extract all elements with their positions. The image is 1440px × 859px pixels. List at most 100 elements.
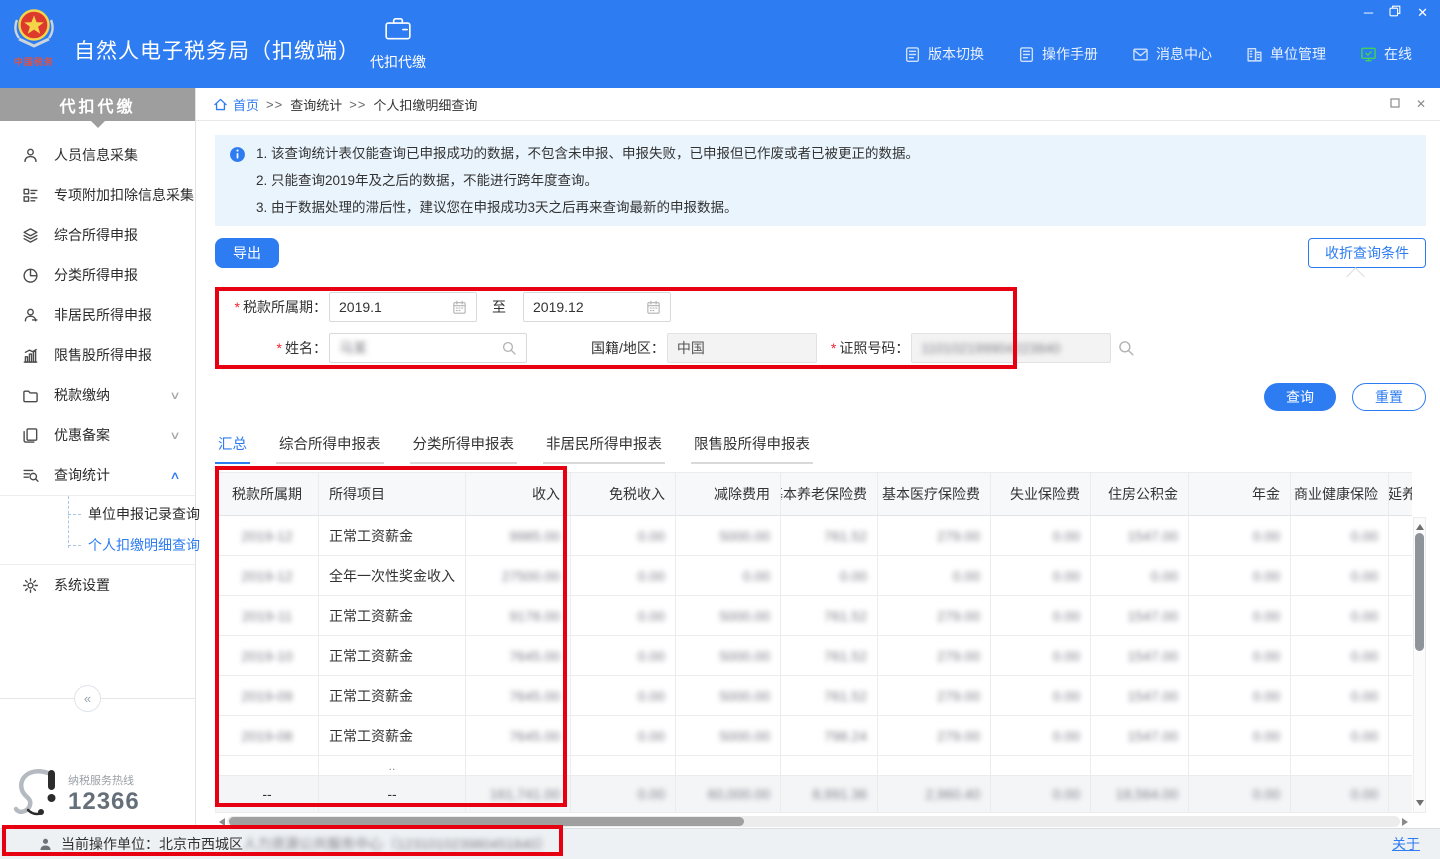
calendar-icon[interactable] [646, 300, 661, 315]
panel-close-button[interactable]: ✕ [1416, 97, 1426, 111]
chevron-down-icon: ∨ [169, 389, 180, 402]
table-cell-period: 2019-10 [216, 636, 319, 676]
table-header-cell: 所得项目 [319, 472, 466, 516]
collapse-query-button[interactable]: 收折查询条件 [1308, 238, 1426, 268]
calendar-icon[interactable] [452, 300, 467, 315]
table-cell-total-period: -- [216, 776, 319, 813]
tab-summary[interactable]: 汇总 [215, 427, 250, 464]
table-row[interactable]: 2019-10正常工资薪金7645.000.005000.00761.52279… [216, 636, 1412, 676]
sidebar-item-preferential-filing[interactable]: 优惠备案∨ [0, 415, 195, 455]
cell-value: 761.52 [824, 648, 867, 664]
tab-comprehensive[interactable]: 综合所得申报表 [276, 427, 384, 464]
table-cell-total-amount: 18,564.00 [1091, 776, 1189, 813]
nav-label: 在线 [1384, 44, 1412, 64]
name-input[interactable]: 马某 [329, 333, 527, 363]
tab-nonresident[interactable]: 非居民所得申报表 [543, 427, 665, 464]
table-cell-amount: 0.00 [991, 636, 1091, 676]
sidebar-item-restricted-shares[interactable]: 限售股所得申报 [0, 335, 195, 375]
scroll-up-arrow-icon[interactable] [1416, 520, 1424, 530]
search-icon[interactable] [1117, 339, 1135, 357]
status-bar: 当前操作单位：北京市西城区人力资源公共服务中心（1231010239804518… [0, 828, 1440, 859]
sidebar-item-personnel-info[interactable]: 人员信息采集 [0, 135, 195, 175]
sidebar-subitem-personal-withholding-query[interactable]: 个人扣缴明细查询 [0, 530, 195, 561]
sidebar-divider: « [0, 698, 195, 699]
sidebar-item-special-deduction[interactable]: 专项附加扣除信息采集 [0, 175, 195, 215]
table-cell-amount: 5000.00 [676, 716, 781, 756]
module-tab-withholding[interactable]: 代扣代缴 [350, 16, 446, 72]
table-cell-amount: 0.00 [1389, 556, 1412, 596]
table-cell-amount: 0.00 [571, 636, 676, 676]
table-cell-amount: 0.00 [1291, 596, 1389, 636]
search-icon[interactable] [501, 340, 517, 356]
module-tab-label: 代扣代缴 [350, 52, 446, 72]
cell-value: 0.00 [638, 786, 665, 802]
current-unit-name-blurred: 人力资源公共服务中心（123101023980451840） [243, 834, 551, 854]
filter-actions: 查询 重置 [215, 383, 1426, 411]
table-cell-amount: 0.00 [991, 716, 1091, 756]
horizontal-scrollbar[interactable] [215, 815, 1412, 828]
breadcrumb-trail: >>查询统计>>个人扣缴明细查询 [259, 95, 477, 114]
restore-button[interactable] [1389, 5, 1401, 20]
table-cell-amount: 0.00 [1189, 676, 1291, 716]
sidebar-item-nonresident-income[interactable]: 非居民所得申报 [0, 295, 195, 335]
cell-value: 0.00 [1253, 786, 1280, 802]
sidebar-item-tax-payment[interactable]: 税款缴纳∨ [0, 375, 195, 415]
sidebar-item-classified-income[interactable]: 分类所得申报 [0, 255, 195, 295]
table-cell-amount: 279.00 [878, 676, 991, 716]
table-cell-income-item: 正常工资薪金 [319, 716, 466, 756]
page-body: 1. 该查询统计表仅能查询已申报成功的数据，不包含未申报、申报失败，已申报但已作… [196, 121, 1440, 828]
nav-online[interactable]: 在线 [1360, 44, 1412, 64]
notice-box: 1. 该查询统计表仅能查询已申报成功的数据，不包含未申报、申报失败，已申报但已作… [215, 135, 1426, 226]
sidebar-item-label: 限售股所得申报 [54, 345, 179, 365]
period-to-input[interactable]: 2019.12 [523, 292, 671, 322]
nav-unit-management[interactable]: 单位管理 [1246, 44, 1326, 64]
minimize-button[interactable]: ─ [1364, 6, 1373, 20]
sidebar-item-query-statistics[interactable]: 查询统计∧ [0, 455, 195, 495]
cell-value: -- [262, 786, 271, 802]
table-row[interactable]: 2019-09正常工资薪金7645.000.005000.00761.52279… [216, 676, 1412, 716]
period-from-input[interactable]: 2019.1 [329, 292, 477, 322]
table-cell-amount: 0.00 [1189, 516, 1291, 556]
table-row[interactable]: 2019-08正常工资薪金7645.000.005000.00798.24279… [216, 716, 1412, 756]
nav-message-center[interactable]: 消息中心 [1132, 44, 1212, 64]
query-button[interactable]: 查询 [1264, 383, 1336, 411]
cell-value: 0.00 [1351, 648, 1378, 664]
table-row[interactable]: 2019-11正常工资薪金9178.000.005000.00761.52279… [216, 596, 1412, 636]
table-cell-amount: 5000.00 [676, 636, 781, 676]
sidebar-collapse-button[interactable]: « [74, 685, 101, 712]
sidebar-header: 代扣代缴 [0, 88, 195, 121]
horizontal-scrollbar-thumb[interactable] [229, 817, 744, 826]
nav-version-switch[interactable]: 版本切换 [904, 44, 984, 64]
sidebar-item-system-settings[interactable]: 系统设置 [0, 565, 195, 605]
scroll-down-arrow-icon[interactable] [1416, 800, 1424, 810]
cell-value: 基本养老保险费 [781, 484, 867, 504]
scroll-right-arrow-icon[interactable] [1402, 818, 1412, 826]
table-cell-total-amount: 0.00 [1389, 776, 1412, 813]
reset-button[interactable]: 重置 [1352, 383, 1426, 411]
export-button[interactable]: 导出 [215, 238, 279, 268]
cell-value: 761.52 [824, 688, 867, 704]
nav-label: 单位管理 [1270, 44, 1326, 64]
searchlist-icon [22, 467, 42, 484]
sidebar-subitem-unit-declare-query[interactable]: 单位申报记录查询 [0, 499, 195, 530]
person2-icon [22, 307, 42, 324]
breadcrumb-home[interactable]: 首页 [213, 95, 259, 114]
sidebar-item-comprehensive-income[interactable]: 综合所得申报 [0, 215, 195, 255]
table-row[interactable]: 2019-12正常工资薪金9985.000.005000.00761.52279… [216, 516, 1412, 556]
nav-manual[interactable]: 操作手册 [1018, 44, 1098, 64]
horizontal-scrollbar-track[interactable] [227, 816, 1400, 827]
table-cell-amount: 1547.00 [1091, 596, 1189, 636]
scroll-left-arrow-icon[interactable] [215, 818, 225, 826]
close-button[interactable]: ✕ [1417, 6, 1428, 20]
table-cell-period: 2019-12 [216, 556, 319, 596]
cell-value: 0.00 [953, 568, 980, 584]
vertical-scrollbar[interactable] [1413, 517, 1426, 813]
tab-classified[interactable]: 分类所得申报表 [410, 427, 518, 464]
panel-maximize-button[interactable] [1390, 97, 1400, 111]
cell-value: 1547.00 [1127, 608, 1178, 624]
about-link[interactable]: 关于 [1392, 834, 1420, 854]
tab-restricted[interactable]: 限售股所得申报表 [691, 427, 813, 464]
table-row[interactable]: 2019-12全年一次性奖金收入27500.000.000.000.000.00… [216, 556, 1412, 596]
table-header-cell: 税延养老保险 [1389, 472, 1412, 516]
vertical-scrollbar-thumb[interactable] [1415, 533, 1424, 651]
